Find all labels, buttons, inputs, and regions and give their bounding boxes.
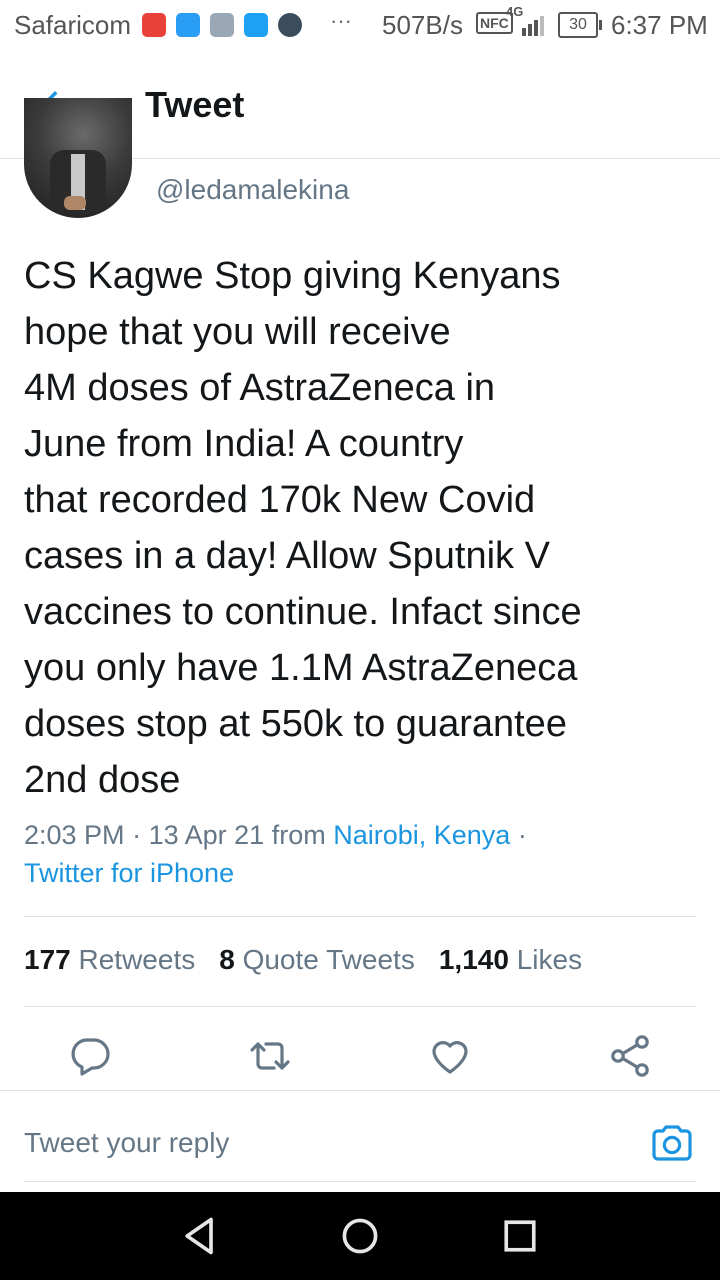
- clock: 6:37 PM: [611, 10, 708, 40]
- retweets-label: Retweets: [78, 944, 196, 975]
- divider: [24, 916, 696, 917]
- battery-icon: 30: [558, 12, 602, 38]
- likes-count: 1,140: [438, 944, 509, 975]
- quotes-count: 8: [219, 944, 235, 975]
- meta-separator: ·: [517, 820, 527, 850]
- tweet-actions: [0, 1032, 720, 1080]
- camera-icon[interactable]: [648, 1119, 696, 1167]
- heart-icon[interactable]: [426, 1032, 474, 1080]
- tweet-meta: 2:03 PM · 13 Apr 21 from Nairobi, Kenya …: [24, 816, 704, 892]
- twitter-icon: [244, 13, 268, 37]
- tweet-stats: 177 Retweets 8 Quote Tweets 1,140 Likes: [24, 944, 582, 976]
- page-title: Tweet: [145, 84, 245, 125]
- source-link[interactable]: Twitter for iPhone: [24, 858, 234, 888]
- network-speed: 507B/s: [382, 10, 463, 40]
- home-circle-icon[interactable]: [338, 1214, 382, 1258]
- reply-underline: [24, 1181, 696, 1182]
- likes-stat[interactable]: 1,140 Likes: [439, 944, 582, 976]
- network-type: 4G: [506, 4, 524, 19]
- reply-input[interactable]: Tweet your reply: [24, 1127, 229, 1159]
- notification-icons: [142, 13, 302, 37]
- tweet-time: 2:03 PM: [24, 820, 125, 850]
- status-bar: Safaricom ··· 507B/s NFC 4G 30 6:37 PM: [0, 0, 720, 50]
- retweet-icon[interactable]: [246, 1032, 294, 1080]
- messenger-icon: [176, 13, 200, 37]
- carrier-name: Safaricom: [14, 10, 132, 40]
- gallery-icon: [210, 13, 234, 37]
- tweet-text: CS Kagwe Stop giving Kenyans hope that y…: [24, 255, 582, 801]
- location-link[interactable]: Nairobi, Kenya: [333, 820, 510, 850]
- retweets-stat[interactable]: 177 Retweets: [24, 944, 195, 976]
- share-icon[interactable]: [606, 1032, 654, 1080]
- system-nav-bar: [0, 1192, 720, 1280]
- quotes-label: Quote Tweets: [242, 944, 415, 975]
- back-triangle-icon[interactable]: [178, 1214, 222, 1258]
- music-app-icon: [278, 13, 302, 37]
- likes-label: Likes: [516, 944, 583, 975]
- signal-icon: [522, 14, 544, 36]
- reply-bar: Tweet your reply: [0, 1090, 720, 1191]
- retweets-count: 177: [24, 944, 71, 975]
- reply-icon[interactable]: [66, 1032, 114, 1080]
- quotes-stat[interactable]: 8 Quote Tweets: [219, 944, 415, 976]
- author-handle[interactable]: @ledamalekina: [156, 174, 349, 206]
- from-label: from: [271, 820, 326, 850]
- meta-separator: ·: [132, 820, 142, 850]
- recents-square-icon[interactable]: [498, 1214, 542, 1258]
- more-notifications-icon: ···: [330, 8, 352, 33]
- divider: [24, 1006, 696, 1007]
- news-app-icon: [142, 13, 166, 37]
- tweet-date: 13 Apr 21: [148, 820, 265, 850]
- avatar[interactable]: [24, 98, 132, 218]
